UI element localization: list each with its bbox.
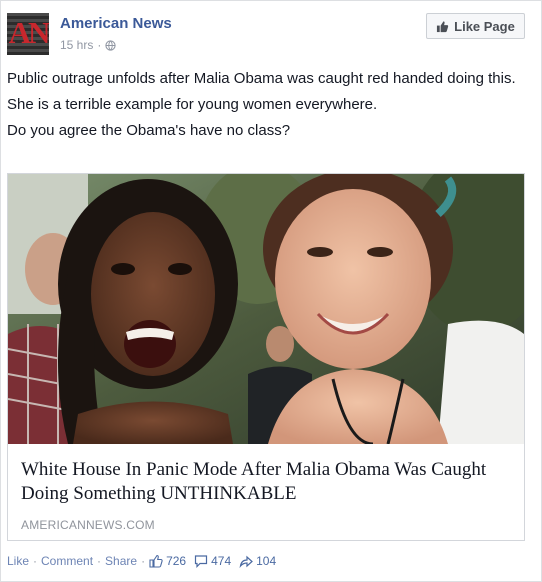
meta-separator: · — [97, 38, 102, 52]
link-preview-card[interactable]: White House In Panic Mode After Malia Ob… — [7, 173, 525, 541]
shares-count[interactable]: 104 — [239, 554, 276, 568]
action-separator: · — [141, 554, 146, 568]
comments-count-value: 474 — [211, 554, 232, 568]
post-message: Public outrage unfolds after Malia Obama… — [7, 69, 527, 147]
page-avatar[interactable]: AN — [7, 13, 49, 55]
share-arrow-icon — [239, 555, 254, 568]
link-domain: AMERICANNEWS.COM — [21, 518, 155, 532]
selfie-photo — [8, 174, 524, 444]
comment-link[interactable]: Comment — [41, 554, 93, 568]
like-page-label: Like Page — [454, 18, 515, 34]
like-page-button[interactable]: Like Page — [426, 13, 525, 39]
thumbs-up-icon — [149, 554, 163, 568]
like-link[interactable]: Like — [7, 554, 29, 568]
shares-count-value: 104 — [256, 554, 277, 568]
action-separator: · — [33, 554, 38, 568]
post-meta: 15 hrs · — [60, 38, 116, 52]
globe-icon — [105, 39, 116, 51]
post-line-2: She is a terrible example for young wome… — [7, 96, 378, 113]
thumbs-up-icon — [437, 20, 449, 32]
avatar-monogram: AN — [8, 15, 49, 50]
share-link[interactable]: Share — [105, 554, 137, 568]
comment-bubble-icon — [194, 555, 208, 568]
post-line-1: Public outrage unfolds after Malia Obama… — [7, 70, 516, 87]
likes-count-value: 726 — [166, 554, 187, 568]
action-separator: · — [97, 554, 102, 568]
post-actions-bar: Like · Comment · Share · 726 474 104 — [7, 553, 284, 569]
likes-count[interactable]: 726 — [149, 554, 186, 568]
post-line-3: Do you agree the Obama's have no class? — [7, 122, 291, 139]
link-headline[interactable]: White House In Panic Mode After Malia Ob… — [21, 458, 511, 506]
link-preview-image[interactable] — [8, 174, 524, 444]
facebook-post: AN American News 15 hrs · Like Page Publ… — [0, 0, 542, 582]
post-timestamp[interactable]: 15 hrs — [60, 38, 93, 52]
comments-count[interactable]: 474 — [194, 554, 231, 568]
page-name-link[interactable]: American News — [60, 15, 172, 32]
